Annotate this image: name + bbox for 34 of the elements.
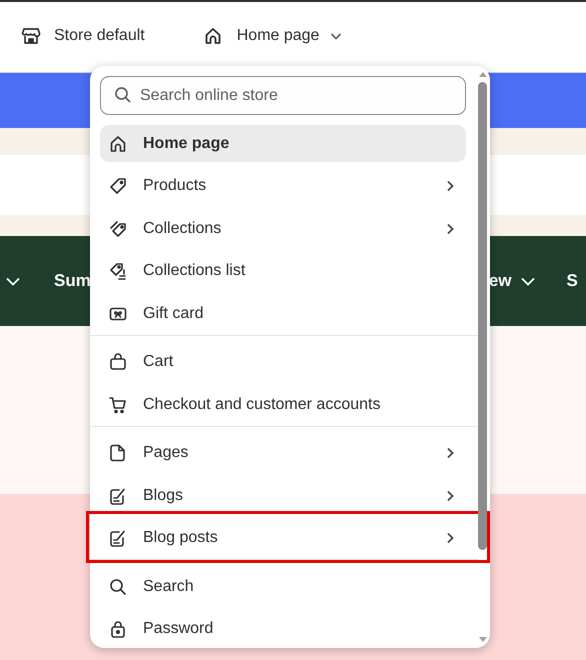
nav-item[interactable]: Sum — [54, 271, 91, 291]
scroll-up-icon — [478, 70, 488, 78]
tag-list-icon — [108, 261, 128, 281]
menu-item[interactable]: Search — [100, 568, 466, 605]
scrollbar-thumb[interactable] — [478, 82, 487, 550]
menu-item[interactable]: Blogs — [100, 477, 466, 514]
tags-icon — [108, 218, 128, 238]
search-icon — [108, 576, 128, 596]
home-icon — [108, 134, 128, 154]
menu-item[interactable]: Cart — [100, 344, 466, 380]
menu-item[interactable]: Gift card — [100, 295, 466, 332]
menu-item[interactable]: Password — [100, 610, 466, 648]
menu-item[interactable]: Home page — [100, 125, 466, 162]
cart-icon — [108, 394, 128, 414]
search-icon — [114, 86, 132, 104]
store-name: Store default — [54, 27, 145, 45]
bag-icon — [108, 352, 128, 372]
page-icon — [108, 443, 128, 463]
home-icon — [202, 26, 223, 46]
menu-item[interactable]: Products — [100, 168, 466, 204]
store-icon — [21, 26, 41, 46]
nav-item[interactable]: ew — [488, 271, 512, 291]
menu-item[interactable]: Collections — [100, 210, 466, 247]
lock-icon — [108, 619, 128, 639]
menu-item[interactable]: Checkout and customer accounts — [100, 386, 466, 423]
page-selector[interactable]: Home page — [202, 26, 344, 46]
menu-item[interactable]: Pages — [100, 434, 466, 472]
search-field[interactable]: Search online store — [100, 76, 466, 115]
nav-item[interactable]: S — [566, 271, 578, 291]
menu-item[interactable]: Blog posts — [100, 520, 466, 556]
menu-item[interactable]: Collections list — [100, 252, 466, 290]
scrollbar[interactable] — [477, 70, 488, 644]
scroll-down-icon — [478, 636, 488, 644]
tag-icon — [108, 176, 128, 196]
